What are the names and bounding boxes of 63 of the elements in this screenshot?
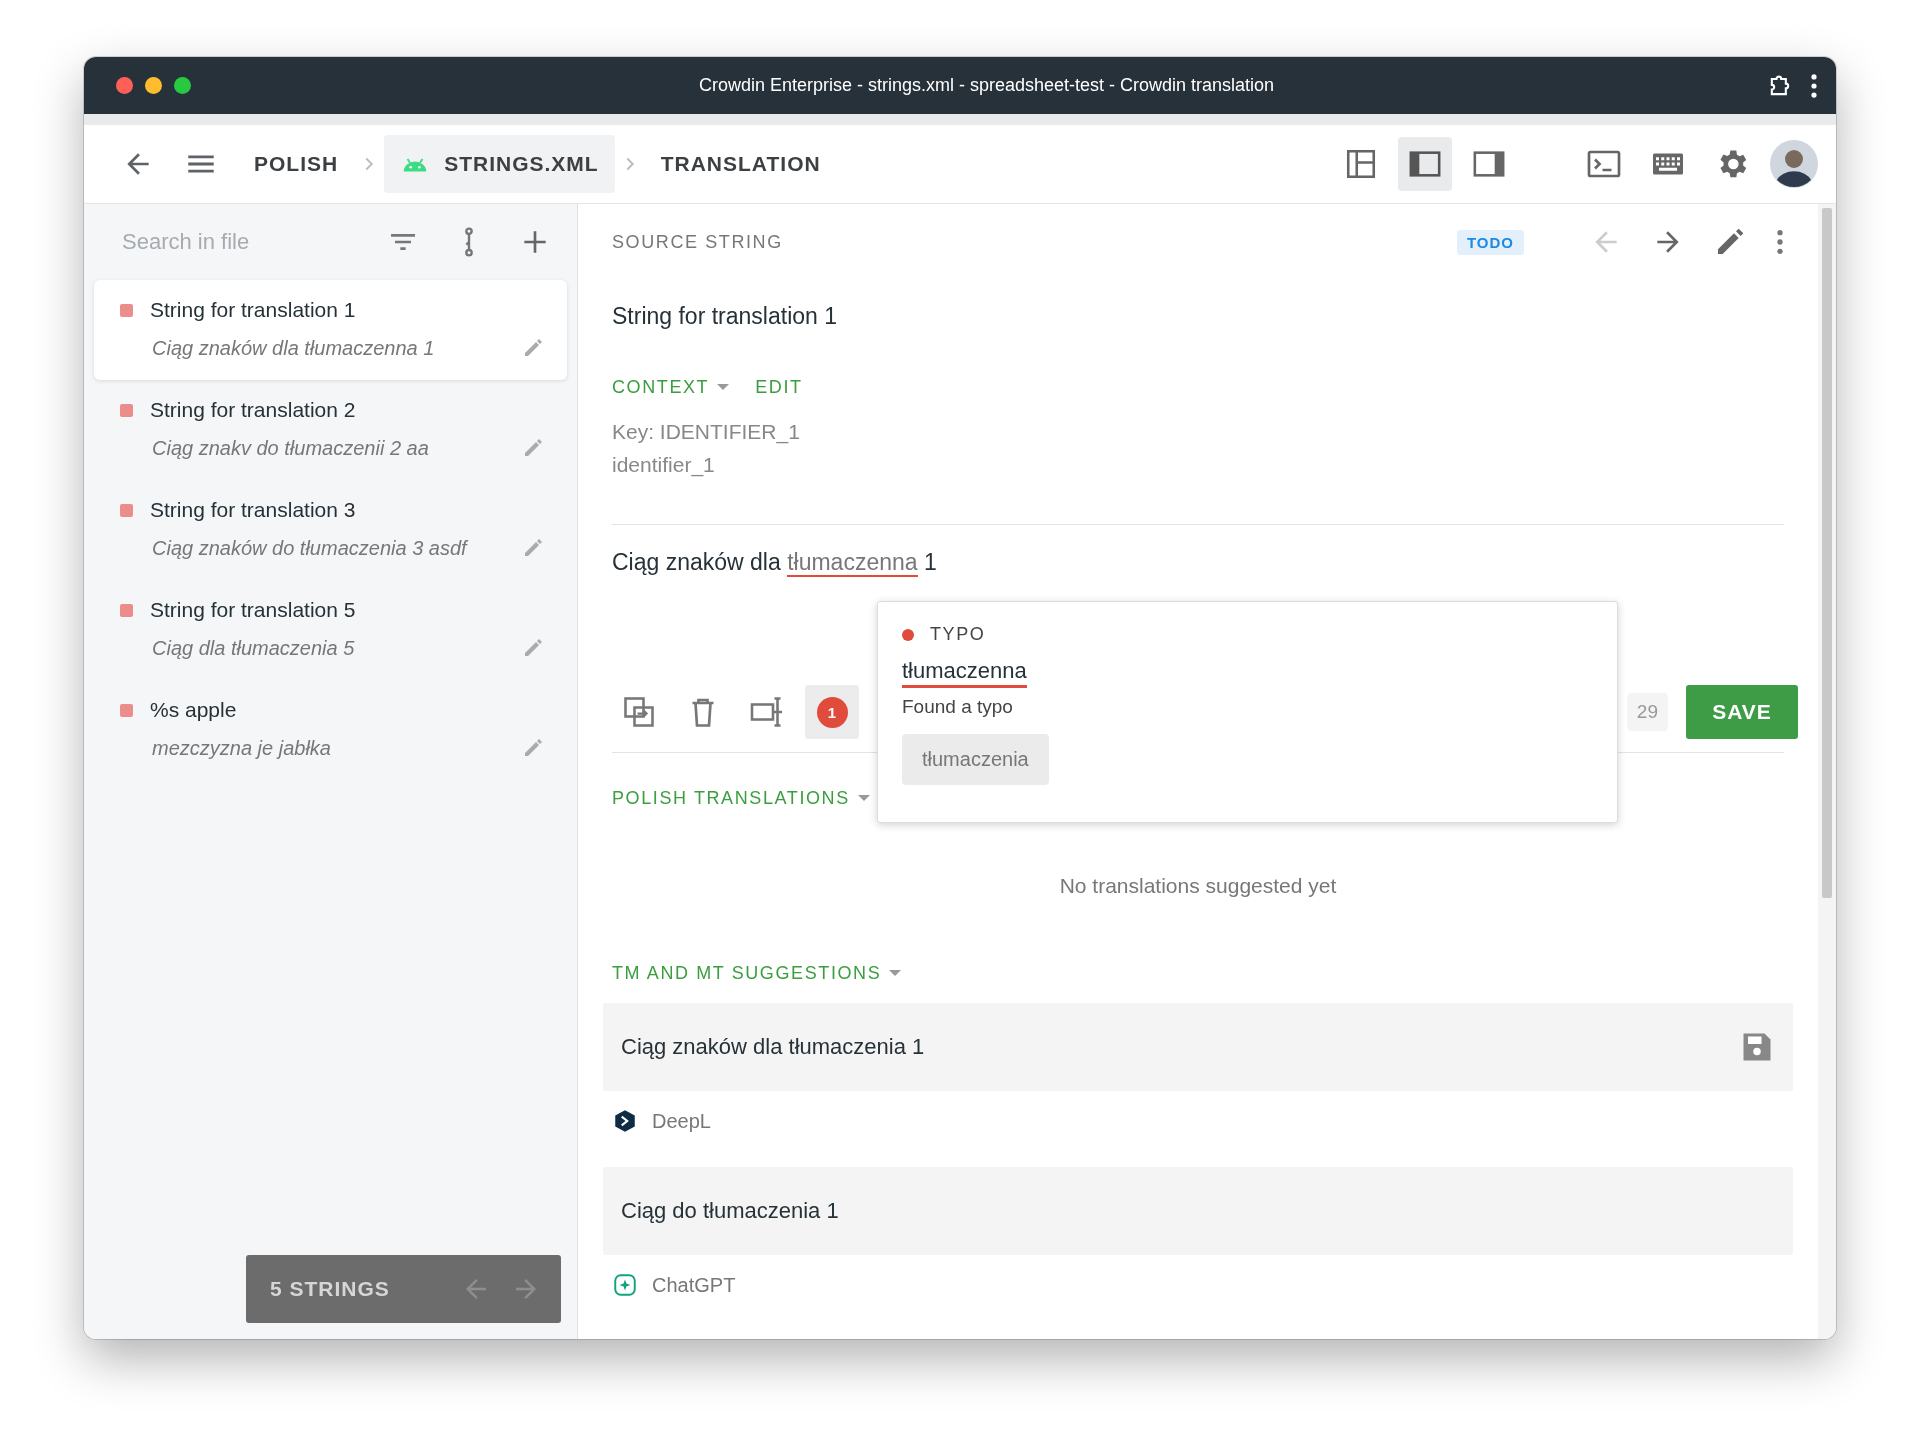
suggestion-card[interactable]: Ciąg znaków dla tłumaczenia 1 [603, 1003, 1793, 1091]
translation-text: Ciąg dla tłumaczenia 5 [151, 636, 356, 660]
breadcrumb[interactable]: STRINGS.XML [384, 135, 615, 193]
layout-button[interactable] [1398, 137, 1452, 191]
untranslated-status-icon [120, 303, 133, 317]
search-field[interactable]: Search in file [122, 223, 353, 261]
context-text: identifier_1 [612, 452, 716, 479]
more-options-button[interactable] [1776, 227, 1784, 257]
issue-category: TYPO [930, 624, 986, 645]
breadcrumb[interactable]: POLISH [238, 138, 355, 190]
issue-count-badge: 1 [816, 696, 848, 728]
untranslated-status-icon [120, 603, 133, 617]
hexagon-logo-icon [612, 1108, 638, 1134]
source-text: String for translation 3 [150, 498, 357, 522]
source-string-text: String for translation 1 [612, 302, 838, 331]
more-options-icon[interactable] [1810, 72, 1818, 99]
issue-message: Found a typo [902, 696, 1014, 718]
string-item[interactable]: String for translation 3 Ciąg znaków do tłumaczenia 3 asdf [94, 480, 567, 580]
more-options-icon [1776, 227, 1784, 257]
engine-name: ChatGPT [652, 1273, 736, 1297]
breadcrumb[interactable]: TRANSLATION [644, 138, 837, 190]
string-item[interactable]: %s apple mezczyzna je jabłka [94, 680, 567, 780]
window-title: Crowdin Enterprise - strings.xml - spreadsheet-test - Crowdin translation [697, 75, 1276, 96]
string-item[interactable]: String for translation 1 Ciąg znaków dla tłumaczenna 1 [94, 280, 567, 380]
character-count: 29 [1626, 693, 1668, 731]
string-item[interactable]: String for translation 5 Ciąg dla tłumaczenia 5 [94, 580, 567, 680]
grid-layout-icon [1344, 147, 1378, 181]
translation-text: mezczyzna je jabłka [151, 736, 332, 760]
empty-state-text: No translations suggested yet [1058, 874, 1338, 898]
untranslated-status-icon [120, 403, 133, 417]
sparkle-logo-icon [612, 1272, 638, 1298]
copy-source-button[interactable] [621, 694, 657, 730]
strings-count: 5 STRINGS [270, 1277, 391, 1301]
error-dot-icon [902, 628, 914, 641]
close-button[interactable] [116, 77, 133, 94]
suggestion-card[interactable]: Ciąg do tłumaczenia 1 [603, 1167, 1793, 1255]
source-text: String for translation 1 [150, 298, 357, 322]
issues-button[interactable]: 1 [805, 685, 859, 739]
context-text: Key: IDENTIFIER_1 [612, 419, 801, 446]
split-button[interactable] [749, 694, 785, 730]
avatar[interactable] [1770, 140, 1818, 188]
string-item[interactable]: String for translation 2 Ciąg znakv do tłumaczenii 2 aa [94, 380, 567, 480]
source-text: %s apple [150, 698, 238, 722]
minimize-button[interactable] [145, 77, 162, 94]
untranslated-status-icon [120, 703, 133, 717]
text-cursor-icon [749, 694, 785, 730]
source-text: String for translation 5 [150, 598, 357, 622]
scrollbar[interactable] [1818, 204, 1836, 1339]
misspelled-word: tłumaczenna [902, 657, 1027, 688]
copy-icon [621, 694, 657, 730]
suggestion-text: Ciąg znaków dla tłumaczenia 1 [621, 1034, 925, 1060]
engine-name: DeepL [652, 1109, 711, 1133]
source-text: String for translation 2 [150, 398, 357, 422]
translation-text: Ciąg znaków dla tłumaczenna 1 [151, 336, 436, 360]
untranslated-status-icon [120, 503, 133, 517]
suggestion-text: Ciąg do tłumaczenia 1 [621, 1198, 839, 1224]
maximize-button[interactable] [174, 77, 191, 94]
status-badge: TODO [1456, 229, 1524, 255]
translation-text[interactable]: Ciąg znaków dla tłumaczenna 1 [612, 525, 1784, 577]
translation-text: Ciąg znaków do tłumaczenia 3 asdf [151, 536, 470, 560]
translation-text: Ciąg znakv do tłumaczenii 2 aa [151, 436, 430, 460]
suggestion-chip[interactable]: tłumaczenia [902, 734, 1049, 785]
section-label: SOURCE STRING [612, 231, 783, 253]
